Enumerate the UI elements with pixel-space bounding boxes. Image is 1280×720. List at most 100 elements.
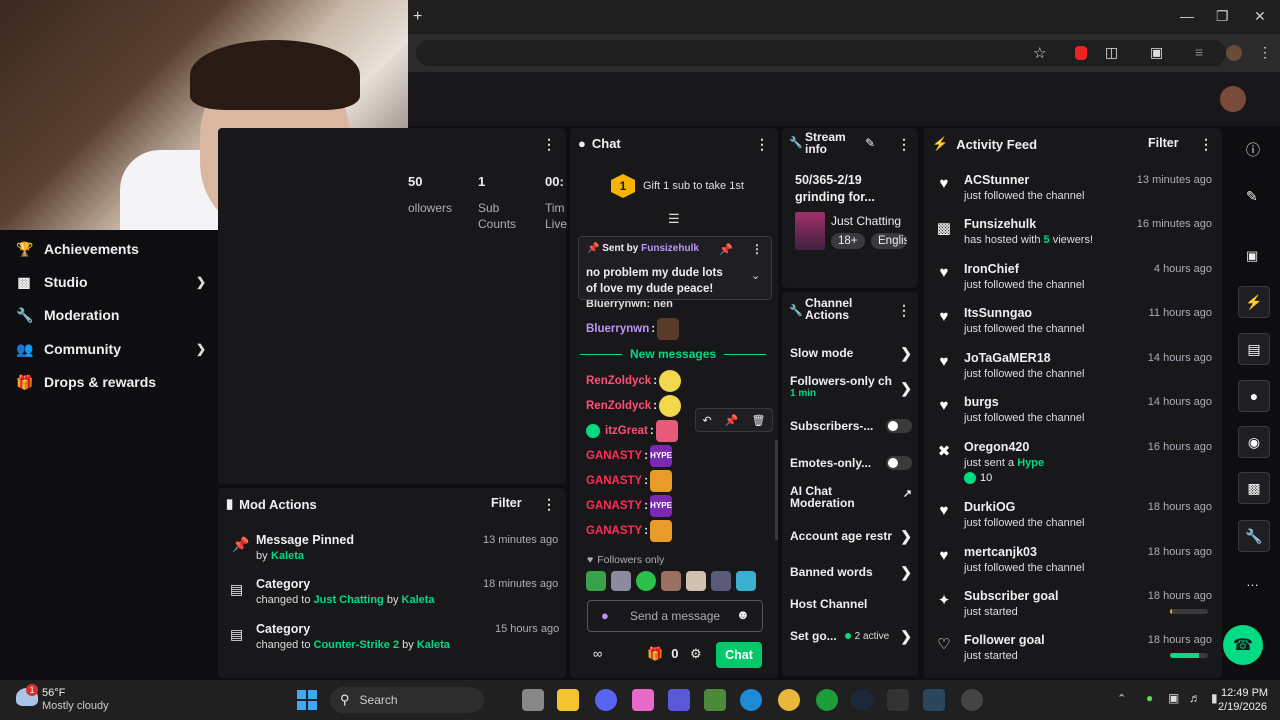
new-tab-plus-icon[interactable]: +	[413, 8, 422, 26]
notes-icon[interactable]: ▤	[1238, 333, 1270, 365]
chat-menu-icon[interactable]: ⋮	[755, 136, 769, 153]
chat-message[interactable]: GANASTY:	[586, 470, 673, 492]
app-icon[interactable]	[704, 689, 726, 711]
emotes-only-toggle[interactable]	[886, 456, 912, 470]
set-goals-action[interactable]: Set go... 2 active ❯	[790, 621, 912, 651]
subscribers-only-action[interactable]: Subscribers-...	[790, 411, 912, 441]
bits-indicator[interactable]: 🎁 0	[647, 646, 678, 662]
close-icon[interactable]: ✕	[1254, 8, 1266, 25]
chat-username[interactable]: GANASTY	[586, 475, 642, 487]
slow-mode-action[interactable]: Slow mode ❯	[790, 338, 912, 368]
battery-icon[interactable]: ▮	[1211, 691, 1218, 705]
loop-icon[interactable]: ∞	[593, 646, 602, 661]
chat-username[interactable]: RenZoldyck	[586, 400, 651, 412]
pinned-sender[interactable]: Funsizehulk	[641, 243, 699, 254]
settings-gear-icon[interactable]	[961, 689, 983, 711]
chat-message[interactable]: Bluerrynwn:	[586, 318, 680, 340]
emote-image[interactable]	[711, 571, 731, 591]
profile-avatar[interactable]	[1226, 45, 1242, 61]
mod-action-user[interactable]: Kaleta	[402, 594, 435, 606]
settings-gear-icon[interactable]: ⚙	[690, 646, 702, 662]
ai-chat-moderation-action[interactable]: AI Chat Moderation ↗	[790, 485, 912, 515]
emote-image[interactable]	[736, 571, 756, 591]
collapse-icon[interactable]: ☰	[668, 211, 680, 227]
chevron-up-icon[interactable]: ⌃	[1117, 692, 1126, 705]
emotes-only-action[interactable]: Emotes-only...	[790, 448, 912, 478]
channel-actions-menu-icon[interactable]: ⋮	[897, 302, 911, 319]
chat-message[interactable]: RenZoldyck:	[586, 395, 682, 417]
emote-image[interactable]	[686, 571, 706, 591]
teams-icon[interactable]	[668, 689, 690, 711]
chevron-down-icon[interactable]: ⌄	[751, 269, 760, 282]
share-icon[interactable]: …	[1246, 574, 1259, 589]
pin-icon[interactable]: 📌	[725, 414, 739, 427]
cast-icon[interactable]: ▣	[1150, 44, 1163, 61]
app-icon[interactable]	[887, 689, 909, 711]
microphone-icon[interactable]: ●	[601, 608, 609, 623]
activity-item[interactable]: ▩ Funsizehulk has hosted with 5 viewers! 16…	[936, 217, 1216, 261]
chat-message[interactable]: GANASTY: HYPE	[586, 445, 673, 467]
mod-actions-filter-button[interactable]: Filter	[491, 496, 522, 510]
stream-category[interactable]: Just Chatting	[831, 214, 901, 228]
xbox-icon[interactable]	[816, 689, 838, 711]
media-icon[interactable]: ▩	[1238, 472, 1270, 504]
sidebar-item-drops[interactable]: 🎁 Drops & rewards	[16, 367, 206, 397]
puzzle-icon[interactable]: ◫	[1105, 44, 1118, 61]
mod-action-value[interactable]: Counter-Strike 2	[314, 639, 400, 651]
taskbar-search[interactable]: ⚲ Search	[330, 687, 484, 713]
chat-username[interactable]: itzGreat	[605, 425, 648, 437]
pinned-menu-icon[interactable]: ⋮	[751, 242, 763, 256]
clock-time[interactable]: 12:49 PM	[1221, 687, 1268, 699]
chat-scrollbar[interactable]	[775, 440, 778, 540]
sidebar-item-community[interactable]: 👥 Community ❯	[16, 334, 206, 364]
undo-icon[interactable]: ↶	[703, 414, 712, 427]
weather-temp[interactable]: 56°F	[42, 687, 65, 699]
network-icon[interactable]: ▣	[1168, 691, 1179, 705]
chat-input[interactable]: ● Send a message ☻	[587, 600, 763, 632]
quick-action-lightning-icon[interactable]: ⚡	[1238, 286, 1270, 318]
restore-icon[interactable]: ❐	[1216, 8, 1229, 25]
emote-image[interactable]	[611, 571, 631, 591]
edit-pencil-icon[interactable]: ✎	[865, 136, 875, 150]
copilot-icon[interactable]	[632, 689, 654, 711]
activity-menu-icon[interactable]: ⋮	[1199, 136, 1213, 153]
subscribers-only-toggle[interactable]	[886, 419, 912, 433]
reading-list-icon[interactable]: ≡	[1195, 44, 1203, 60]
trash-icon[interactable]: 🗑	[752, 414, 766, 427]
mod-action-user[interactable]: Kaleta	[271, 550, 304, 562]
chat-username[interactable]: Bluerrynwn	[586, 323, 649, 335]
activity-item[interactable]: ✖ Oregon420 just sent a Hype 10 16 hours ago	[936, 440, 1216, 488]
activity-item[interactable]: ♥ DurkiOG just followed the channel 18 hour…	[936, 500, 1216, 544]
chat-send-button[interactable]: Chat	[716, 642, 762, 668]
activity-item[interactable]: ♥ JoTaGaMER18 just followed the channel 14 …	[936, 351, 1216, 395]
unpin-icon[interactable]: 📌	[719, 243, 733, 256]
extension-icon[interactable]	[1075, 46, 1087, 60]
windows-start-icon[interactable]	[297, 690, 317, 710]
emoji-icon[interactable]: ☻	[736, 607, 750, 622]
activity-item[interactable]: ♥ burgs just followed the channel 14 hours …	[936, 395, 1216, 439]
volume-icon[interactable]: ♬	[1189, 691, 1201, 705]
emote-image[interactable]	[586, 571, 606, 591]
chrome-icon[interactable]	[778, 689, 800, 711]
discord-icon[interactable]	[595, 689, 617, 711]
camera-icon[interactable]: ▣	[1246, 248, 1258, 264]
chat-username[interactable]: GANASTY	[586, 525, 642, 537]
host-channel-action[interactable]: Host Channel	[790, 589, 912, 619]
sidebar-item-achievements[interactable]: 🏆 Achievements	[16, 234, 206, 264]
wrench-icon[interactable]: 🔧	[1238, 520, 1270, 552]
account-age-action[interactable]: Account age restr ❯	[790, 521, 912, 551]
chat-message[interactable]: itzGreat:	[586, 420, 678, 442]
minimize-icon[interactable]: —	[1180, 8, 1194, 24]
chat-username[interactable]: GANASTY	[586, 450, 642, 462]
mod-action-value[interactable]: Just Chatting	[314, 594, 384, 606]
pinned-message[interactable]: 📌 Sent by Funsizehulk 📌 ⋮ no problem my …	[578, 236, 772, 300]
steam-icon[interactable]	[923, 689, 945, 711]
mod-action-user[interactable]: Kaleta	[417, 639, 450, 651]
banned-words-action[interactable]: Banned words ❯	[790, 557, 912, 587]
activity-item[interactable]: ♥ mertcanjk03 just followed the channel 18 …	[936, 545, 1216, 589]
task-view-icon[interactable]	[522, 689, 544, 711]
activity-item[interactable]: ♥ ItsSunngao just followed the channel 11 h…	[936, 306, 1216, 350]
stream-tag[interactable]: Englis	[871, 233, 907, 249]
chat-bubble-icon[interactable]: ●	[1238, 380, 1270, 412]
activity-item[interactable]: ♥ ACStunner just followed the channel 13 mi…	[936, 173, 1216, 217]
